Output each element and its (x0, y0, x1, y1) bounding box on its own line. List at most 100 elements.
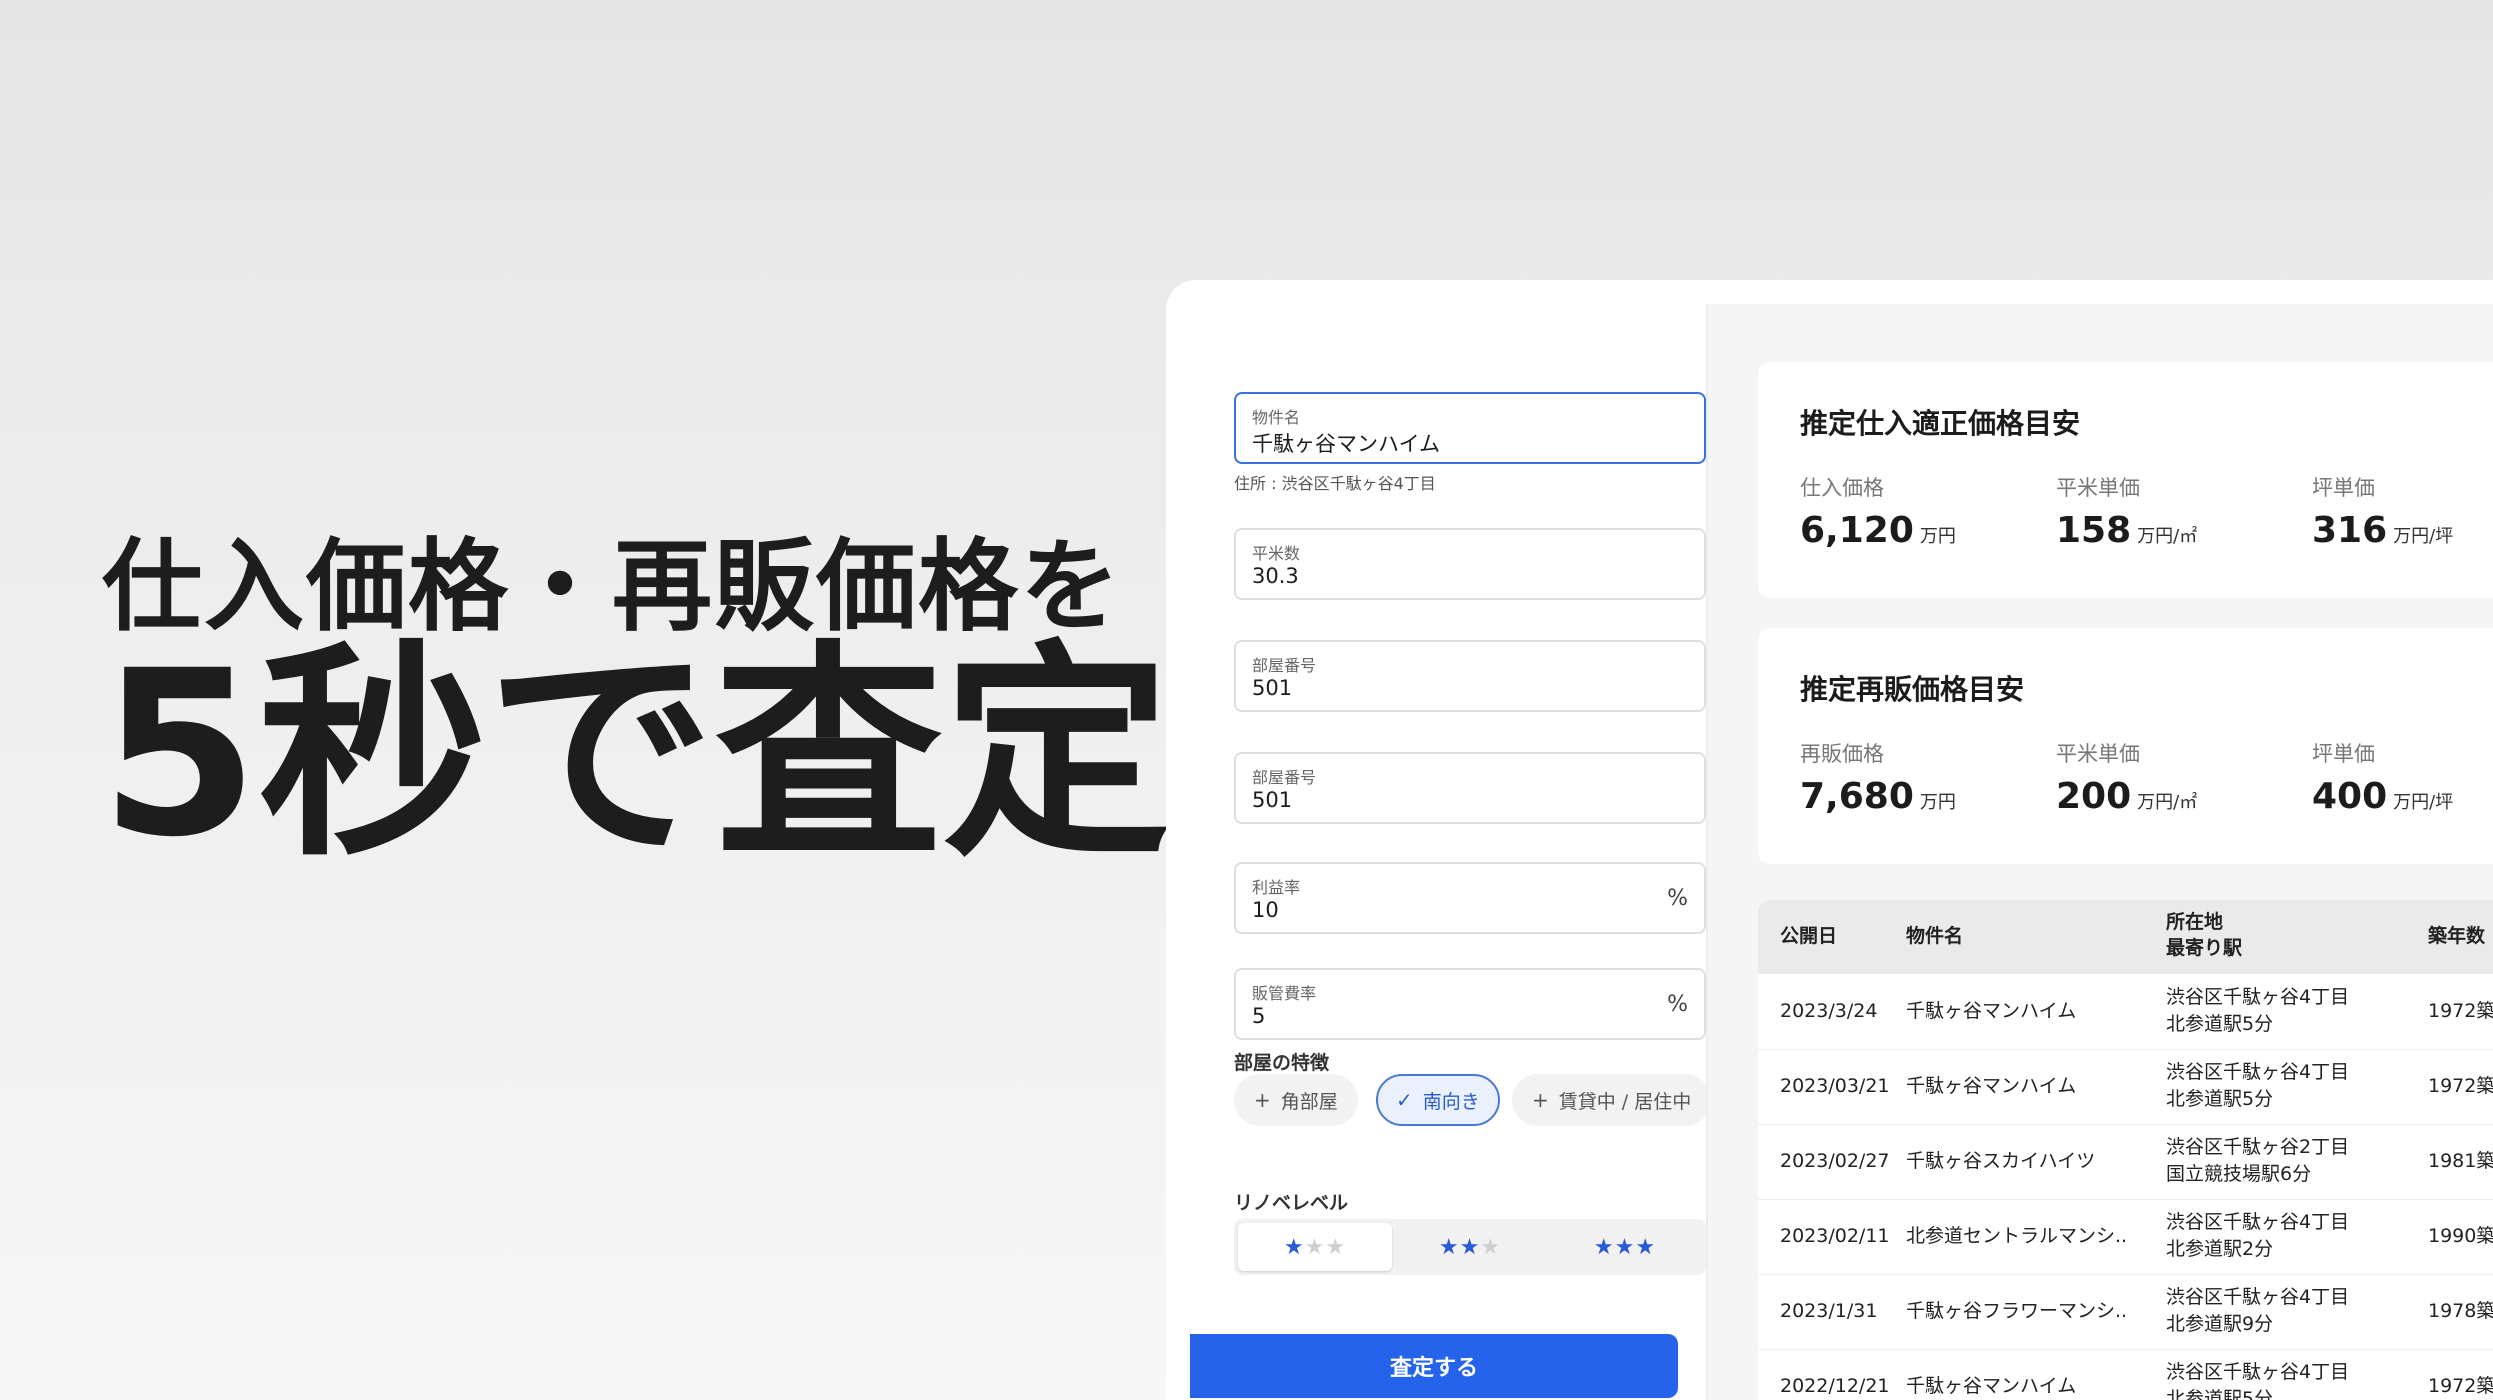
cell-name: 千駄ヶ谷スカイハイツ (1906, 1150, 2096, 1172)
check-icon: ✓ (1396, 1088, 1413, 1112)
cell-station: 北参道駅2分 (2166, 1237, 2274, 1260)
reno-level-3-option[interactable]: ★★★ (1548, 1223, 1702, 1271)
column-header-date[interactable]: 公開日 (1780, 924, 1837, 950)
metric-unit: 万円/坪 (2393, 792, 2454, 813)
cell-name: 千駄ヶ谷マンハイム (1906, 1375, 2077, 1397)
purchase-price-metric: 仕入価格 6,120 万円 (1800, 472, 1956, 551)
cell-address: 渋谷区千駄ヶ谷4丁目 (2166, 1211, 2350, 1233)
cell-age: 1978築 (2428, 1300, 2493, 1322)
plus-icon: + (1254, 1088, 1271, 1112)
metric-label: 坪単価 (2312, 742, 2375, 766)
metric-label: 平米単価 (2056, 476, 2140, 500)
cell-date: 2023/02/27 (1780, 1150, 1890, 1172)
profit-rate-label: 利益率 (1252, 878, 1301, 897)
profit-rate-field[interactable]: 利益率 10 % (1234, 862, 1706, 934)
metric-unit: 万円/㎡ (2137, 526, 2198, 547)
room-number-value-2[interactable]: 501 (1252, 788, 1292, 812)
resale-tsubo-price-metric: 坪単価 400 万円/坪 (2312, 738, 2453, 817)
star-icon: ★★★ (1593, 1234, 1657, 1260)
star-icon: ★★ (1304, 1234, 1347, 1260)
cell-station: 北参道駅9分 (2166, 1312, 2274, 1335)
metric-value: 158 (2056, 510, 2132, 551)
cell-station: 北参道駅5分 (2166, 1012, 2274, 1035)
area-label: 平米数 (1252, 544, 1301, 563)
resale-card-title: 推定再販価格目安 (1800, 673, 2025, 706)
star-icon: ★ (1283, 1234, 1305, 1260)
cell-age: 1990築 (2428, 1225, 2493, 1247)
feature-chip-south-facing[interactable]: ✓ 南向き (1376, 1074, 1500, 1126)
cell-age: 1972築 (2428, 1000, 2493, 1022)
area-field[interactable]: 平米数 30.3 (1234, 528, 1706, 600)
cell-date: 2023/03/21 (1780, 1075, 1890, 1097)
purchase-tsubo-price-metric: 坪単価 316 万円/坪 (2312, 472, 2453, 551)
percent-suffix: % (1667, 992, 1688, 1017)
cell-name: 千駄ヶ谷マンハイム (1906, 1000, 2077, 1022)
column-header-age[interactable]: 築年数 (2428, 924, 2485, 950)
cell-age: 1972築 (2428, 1075, 2493, 1097)
room-number-value[interactable]: 501 (1252, 676, 1292, 700)
room-number-field[interactable]: 部屋番号 501 (1234, 640, 1706, 712)
cell-station: 北参道駅5分 (2166, 1087, 2274, 1110)
metric-label: 再販価格 (1800, 742, 1884, 766)
area-value[interactable]: 30.3 (1252, 564, 1299, 588)
feature-chip-label: 角部屋 (1280, 1090, 1338, 1113)
metric-label: 平米単価 (2056, 742, 2140, 766)
resale-price-metric: 再販価格 7,680 万円 (1800, 738, 1956, 817)
column-header-name[interactable]: 物件名 (1906, 924, 1963, 950)
metric-value: 316 (2312, 510, 2388, 551)
table-row[interactable]: 2023/02/11 北参道セントラルマンシ.. 渋谷区千駄ヶ谷4丁目 北参道駅… (1758, 1199, 2493, 1275)
reno-level-1-option[interactable]: ★ ★★ (1238, 1223, 1392, 1271)
renovation-level-label: リノベレベル (1234, 1192, 1349, 1214)
cell-location: 渋谷区千駄ヶ谷4丁目 北参道駅5分 (2166, 1359, 2349, 1400)
resale-sqm-price-metric: 平米単価 200 万円/㎡ (2056, 738, 2197, 817)
submit-appraisal-button[interactable]: 査定する (1190, 1334, 1678, 1398)
sales-cost-rate-label: 販管費率 (1252, 984, 1317, 1003)
location-header-line1: 所在地 (2166, 911, 2224, 933)
sales-cost-rate-field[interactable]: 販管費率 5 % (1234, 968, 1706, 1040)
percent-suffix: % (1667, 886, 1688, 911)
property-name-value[interactable]: 千駄ヶ谷マンハイム (1252, 428, 1440, 458)
address-note: 住所 : 渋谷区千駄ヶ谷4丁目 (1234, 474, 1436, 493)
star-icon: ★★ (1438, 1234, 1481, 1260)
purchase-card-title: 推定仕入適正価格目安 (1800, 407, 2081, 440)
table-header: 公開日 物件名 所在地 最寄り駅 築年数 (1758, 900, 2493, 974)
cell-location: 渋谷区千駄ヶ谷2丁目 国立競技場駅6分 (2166, 1134, 2349, 1187)
cell-name: 千駄ヶ谷フラワーマンシ.. (1906, 1300, 2128, 1322)
cell-address: 渋谷区千駄ヶ谷4丁目 (2166, 1361, 2350, 1383)
cell-name: 北参道セントラルマンシ.. (1906, 1225, 2128, 1247)
table-row[interactable]: 2023/3/24 千駄ヶ谷マンハイム 渋谷区千駄ヶ谷4丁目 北参道駅5分 19… (1758, 974, 2493, 1050)
room-number-field-2[interactable]: 部屋番号 501 (1234, 752, 1706, 824)
renovation-level-selector: ★ ★★ ★★ ★ ★★★ (1234, 1219, 1706, 1275)
cell-address: 渋谷区千駄ヶ谷4丁目 (2166, 1061, 2350, 1083)
purchase-price-card: 推定仕入適正価格目安 仕入価格 6,120 万円 平米単価 158 万円/㎡ 坪単価… (1758, 362, 2493, 598)
feature-chip-corner-room[interactable]: + 角部屋 (1234, 1074, 1358, 1126)
property-name-label: 物件名 (1252, 408, 1301, 427)
room-number-label: 部屋番号 (1252, 656, 1317, 675)
reno-level-2-option[interactable]: ★★ ★ (1393, 1223, 1547, 1271)
property-name-field[interactable]: 物件名 千駄ヶ谷マンハイム (1234, 392, 1706, 464)
column-header-location[interactable]: 所在地 最寄り駅 (2166, 910, 2242, 961)
location-header-line2: 最寄り駅 (2166, 936, 2243, 959)
profit-rate-value[interactable]: 10 (1252, 898, 1279, 922)
metric-unit: 万円 (1919, 792, 1956, 813)
cell-address: 渋谷区千駄ヶ谷4丁目 (2166, 1286, 2350, 1308)
cell-location: 渋谷区千駄ヶ谷4丁目 北参道駅2分 (2166, 1209, 2349, 1262)
cell-location: 渋谷区千駄ヶ谷4丁目 北参道駅5分 (2166, 984, 2349, 1037)
hero-subheading: 5秒で査定 (100, 621, 1171, 887)
purchase-sqm-price-metric: 平米単価 158 万円/㎡ (2056, 472, 2197, 551)
metric-label: 坪単価 (2312, 476, 2375, 500)
cell-date: 2023/1/31 (1780, 1300, 1878, 1322)
feature-chip-rented-occupied[interactable]: + 賃貸中 / 居住中 (1512, 1074, 1712, 1126)
sales-cost-rate-value[interactable]: 5 (1252, 1004, 1265, 1028)
results-panel: 推定仕入適正価格目安 仕入価格 6,120 万円 平米単価 158 万円/㎡ 坪単価… (1708, 304, 2493, 1400)
metric-value: 7,680 (1800, 776, 1914, 817)
plus-icon: + (1532, 1088, 1549, 1112)
table-row[interactable]: 2023/03/21 千駄ヶ谷マンハイム 渋谷区千駄ヶ谷4丁目 北参道駅5分 1… (1758, 1049, 2493, 1125)
app-window: 物件名 千駄ヶ谷マンハイム 住所 : 渋谷区千駄ヶ谷4丁目 平米数 30.3 部… (1166, 280, 2493, 1400)
table-row[interactable]: 2022/12/21 千駄ヶ谷マンハイム 渋谷区千駄ヶ谷4丁目 北参道駅5分 1… (1758, 1349, 2493, 1400)
metric-value: 200 (2056, 776, 2132, 817)
metric-unit: 万円 (1919, 526, 1956, 547)
room-features-label: 部屋の特徴 (1234, 1052, 1330, 1074)
table-row[interactable]: 2023/1/31 千駄ヶ谷フラワーマンシ.. 渋谷区千駄ヶ谷4丁目 北参道駅9… (1758, 1274, 2493, 1350)
table-row[interactable]: 2023/02/27 千駄ヶ谷スカイハイツ 渋谷区千駄ヶ谷2丁目 国立競技場駅6… (1758, 1124, 2493, 1200)
